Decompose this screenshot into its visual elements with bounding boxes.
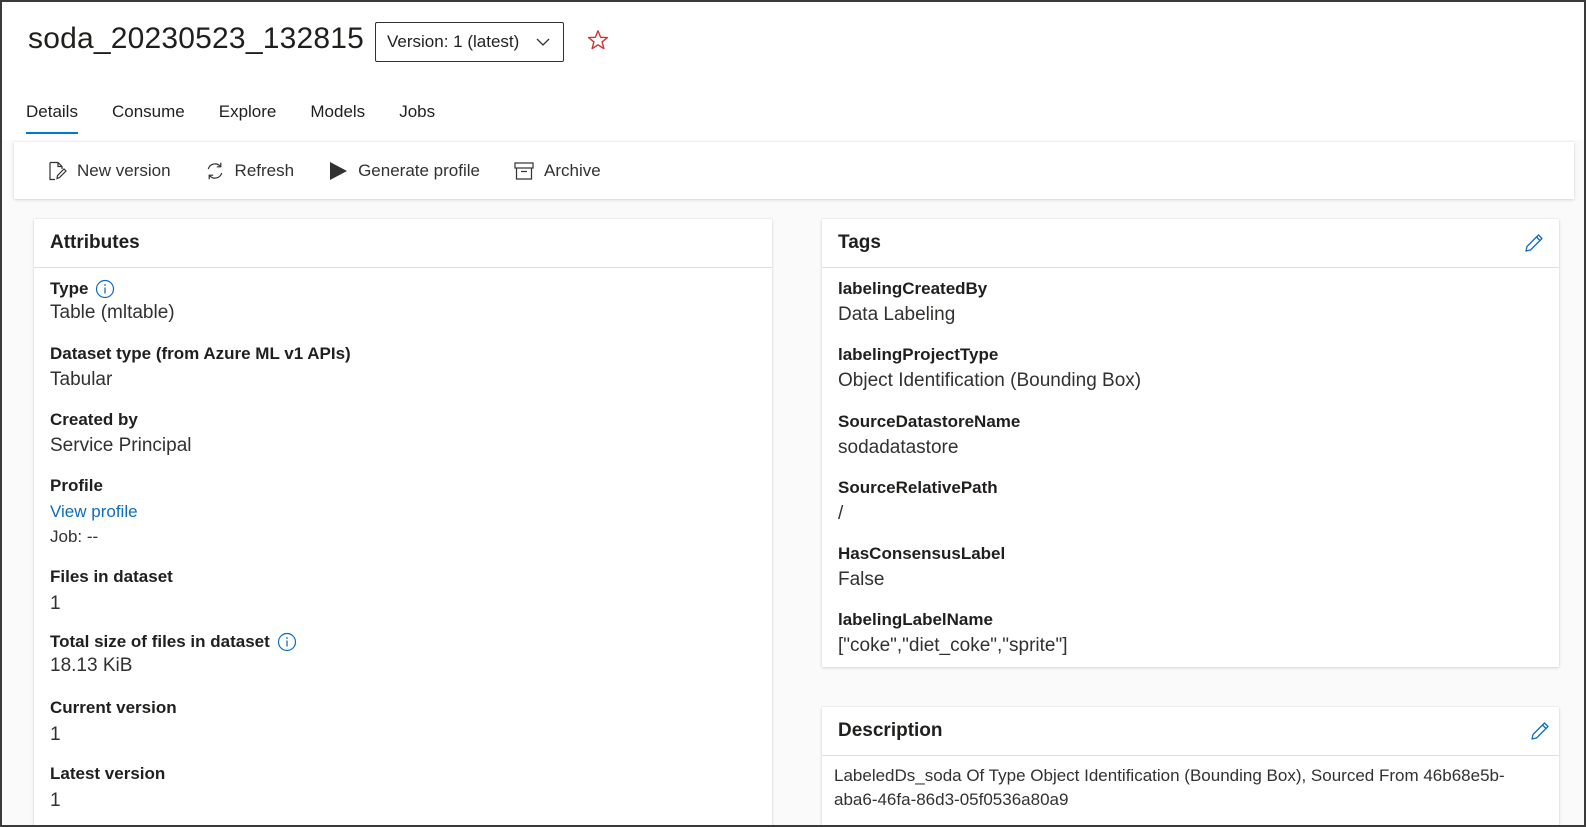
latest-version-value: 1 xyxy=(50,790,61,811)
refresh-button[interactable]: Refresh xyxy=(204,160,295,182)
tab-bar: Details Consume Explore Models Jobs xyxy=(26,102,469,134)
page-title: soda_20230523_132815 xyxy=(28,22,365,55)
current-version-label: Current version xyxy=(50,698,177,717)
archive-label: Archive xyxy=(543,160,601,180)
page-frame: soda_20230523_132815 Version: 1 (latest)… xyxy=(0,0,1586,827)
type-field: Type Table (mltable) xyxy=(50,279,175,324)
files-field: Files in dataset 1 xyxy=(50,567,173,615)
tag-value: ["coke","diet_coke","sprite"] xyxy=(838,635,1068,656)
view-profile-link[interactable]: View profile xyxy=(50,502,138,522)
description-card: Description LabeledDs_soda Of Type Objec… xyxy=(822,707,1559,825)
tag-value: False xyxy=(838,569,885,590)
type-value: Table (mltable) xyxy=(50,302,175,323)
version-dropdown-label: Version: 1 (latest) xyxy=(387,32,520,51)
tab-details[interactable]: Details xyxy=(26,102,78,134)
description-title: Description xyxy=(838,720,943,741)
refresh-label: Refresh xyxy=(234,160,295,180)
tab-explore[interactable]: Explore xyxy=(219,102,277,134)
tag-value: sodadatastore xyxy=(838,437,959,458)
archive-button[interactable]: Archive xyxy=(513,160,601,182)
tag-item: HasConsensusLabel False xyxy=(838,544,1005,591)
tag-key: HasConsensusLabel xyxy=(838,544,1006,563)
files-value: 1 xyxy=(50,593,61,614)
tag-item: labelingCreatedBy Data Labeling xyxy=(838,279,987,326)
created-by-field: Created by Service Principal xyxy=(50,410,192,457)
tag-key: SourceDatastoreName xyxy=(838,412,1021,431)
generate-profile-button[interactable]: Generate profile xyxy=(327,160,480,182)
description-line: aba6-46fa-86d3-05f0536a80a9 xyxy=(834,790,1069,809)
total-size-value: 18.13 KiB xyxy=(50,655,133,676)
attributes-card: Attributes Type Table (mltable) Dataset … xyxy=(34,219,772,825)
chevron-down-icon xyxy=(536,38,550,46)
profile-job-text: Job: -- xyxy=(50,527,99,546)
profile-label: Profile xyxy=(50,476,103,495)
tag-value: Data Labeling xyxy=(838,304,956,325)
attributes-title: Attributes xyxy=(34,219,772,268)
total-size-label: Total size of files in dataset xyxy=(50,632,270,651)
created-by-label: Created by xyxy=(50,410,138,429)
new-version-label: New version xyxy=(77,160,171,180)
edit-pencil-icon[interactable] xyxy=(1529,720,1551,742)
edit-document-icon xyxy=(49,161,67,180)
command-bar: New version Refresh Generate profile Arc… xyxy=(14,142,1574,199)
generate-profile-label: Generate profile xyxy=(358,160,480,180)
tab-jobs[interactable]: Jobs xyxy=(399,102,435,134)
archive-icon xyxy=(514,161,534,180)
tag-item: SourceRelativePath / xyxy=(838,478,998,525)
current-version-field: Current version 1 xyxy=(50,698,177,746)
tag-item: labelingProjectType Object Identificatio… xyxy=(838,345,1141,392)
tag-key: SourceRelativePath xyxy=(838,478,998,497)
latest-version-label: Latest version xyxy=(50,764,166,783)
edit-pencil-icon[interactable] xyxy=(1523,232,1545,254)
tags-card: Tags labelingCreatedBy Data Labeling lab… xyxy=(822,219,1559,667)
dataset-type-value: Tabular xyxy=(50,369,113,390)
tag-key: labelingLabelName xyxy=(838,610,993,629)
version-dropdown[interactable]: Version: 1 (latest) xyxy=(375,22,564,62)
total-size-field: Total size of files in dataset 18.13 KiB xyxy=(50,632,297,677)
page-header: soda_20230523_132815 Version: 1 (latest)… xyxy=(2,2,1584,140)
tag-item: SourceDatastoreName sodadatastore xyxy=(838,412,1020,459)
tab-models[interactable]: Models xyxy=(310,102,365,134)
created-by-value: Service Principal xyxy=(50,435,192,456)
play-icon xyxy=(330,161,348,180)
description-text: LabeledDs_soda Of Type Object Identifica… xyxy=(822,756,1559,812)
favorite-star-icon[interactable] xyxy=(586,28,610,52)
profile-field: Profile View profile Job: -- xyxy=(50,476,138,547)
new-version-button[interactable]: New version xyxy=(46,160,171,182)
files-label: Files in dataset xyxy=(50,567,173,586)
info-icon[interactable] xyxy=(95,279,115,299)
tag-key: labelingProjectType xyxy=(838,345,999,364)
tab-consume[interactable]: Consume xyxy=(112,102,185,134)
dataset-type-label: Dataset type (from Azure ML v1 APIs) xyxy=(50,344,351,363)
tags-title: Tags xyxy=(838,232,881,253)
tag-item: labelingLabelName ["coke","diet_coke","s… xyxy=(838,610,1068,657)
tag-key: labelingCreatedBy xyxy=(838,279,988,298)
description-line: LabeledDs_soda Of Type Object Identifica… xyxy=(834,766,1505,785)
tag-value: Object Identification (Bounding Box) xyxy=(838,370,1142,391)
latest-version-field: Latest version 1 xyxy=(50,764,165,812)
tag-value: / xyxy=(838,503,844,524)
current-version-value: 1 xyxy=(50,724,61,745)
info-icon[interactable] xyxy=(277,632,297,652)
type-label: Type xyxy=(50,279,89,298)
dataset-type-field: Dataset type (from Azure ML v1 APIs) Tab… xyxy=(50,344,351,391)
refresh-icon xyxy=(207,162,222,179)
